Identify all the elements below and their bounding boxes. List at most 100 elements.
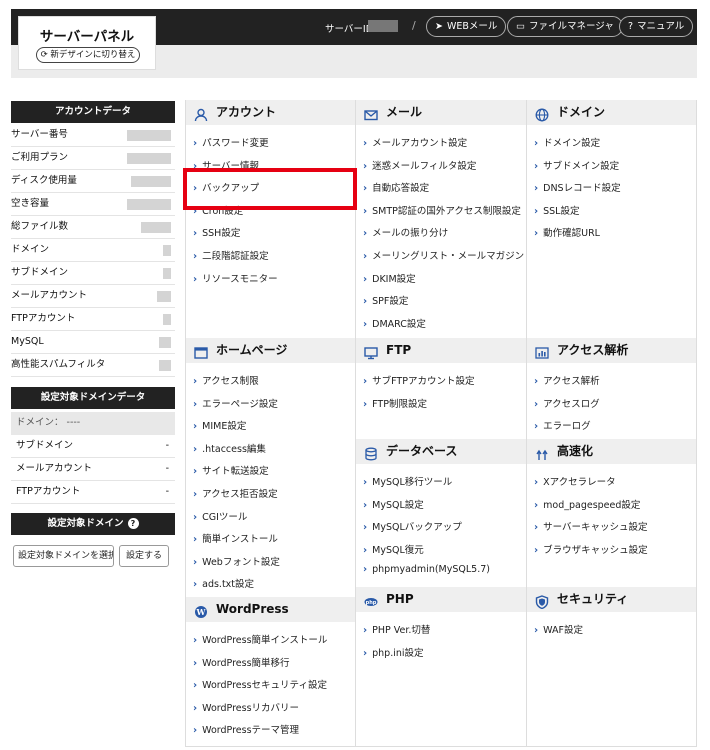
browser-icon [194,344,208,359]
menu-link-ftp[interactable]: サブFTPアカウント設定 [363,373,474,387]
menu-link-homepage[interactable]: Webフォント設定 [193,554,280,568]
menu-link-database[interactable]: MySQL設定 [363,497,424,511]
account-data-title: アカウントデータ [11,101,175,123]
filemanager-label: ファイルマネージャ [528,21,614,32]
menu-link-mail[interactable]: DMARC設定 [363,316,426,330]
menu-link-homepage[interactable]: 簡単インストール [193,531,278,545]
menu-link-account[interactable]: パスワード変更 [193,135,269,149]
account-row: サブドメイン [11,262,175,285]
menu-link-domain[interactable]: DNSレコード設定 [534,180,620,194]
menu-link-domain[interactable]: SSL設定 [534,203,579,217]
menu-link-security[interactable]: WAF設定 [534,622,583,636]
wp-icon: W [194,603,208,618]
chart-icon [535,344,549,359]
menu-link-account[interactable]: 二段階認証設定 [193,248,269,262]
category-security-header: セキュリティ [527,587,696,612]
menu-link-speed[interactable]: Xアクセラレータ [534,474,616,488]
menu-link-account[interactable]: リソースモニター [193,271,278,285]
webmail-button[interactable]: ➤ WEBメール [426,16,507,37]
account-row-value-redacted [163,314,171,325]
menu-link-php[interactable]: PHP Ver.切替 [363,622,430,636]
menu-link-homepage[interactable]: CGIツール [193,509,247,523]
menu-link-homepage[interactable]: ads.txt設定 [193,576,254,590]
menu-link-wordpress[interactable]: WordPressセキュリティ設定 [193,677,327,691]
monitor-icon [364,344,378,360]
globe-icon [535,106,549,122]
switch-design-button[interactable]: ⟳ 新デザインに切り替え [36,47,140,63]
menu-link-mail[interactable]: メールの振り分け [363,225,448,239]
set-domain-button[interactable]: 設定する [119,545,169,567]
menu-link-homepage[interactable]: .htaccess編集 [193,441,266,455]
menu-link-database[interactable]: MySQL移行ツール [363,474,452,488]
menu-link-speed[interactable]: mod_pagespeed設定 [534,497,640,511]
category-domain-header: ドメイン [527,100,696,125]
menu-link-wordpress[interactable]: WordPressテーマ管理 [193,722,299,736]
menu-link-homepage[interactable]: MIME設定 [193,418,246,432]
domain-select[interactable]: 設定対象ドメインを選択 [13,545,114,567]
category-access-header: アクセス解析 [527,338,696,363]
menu-link-ftp[interactable]: FTP制限設定 [363,396,427,410]
manual-button[interactable]: ? マニュアル [619,16,694,37]
menu-link-domain[interactable]: 動作確認URL [534,225,600,239]
domain-data-row: FTPアカウント - [11,481,175,504]
menu-link-speed[interactable]: ブラウザキャッシュ設定 [534,542,648,556]
category-title: WordPress [216,602,289,616]
category-database-header: データベース [356,439,526,464]
category-title: PHP [386,592,414,606]
switch-design-label: 新デザインに切り替え [50,50,136,60]
send-icon: ➤ [435,21,443,32]
account-row-label: ご利用プラン [11,152,69,163]
account-row: ディスク使用量 [11,170,175,193]
category-homepage-header: ホームページ [186,338,355,363]
menu-link-homepage[interactable]: エラーページ設定 [193,396,278,410]
webmail-label: WEBメール [446,21,498,32]
menu-link-mail[interactable]: メールアカウント設定 [363,135,467,149]
menu-link-wordpress[interactable]: WordPress簡単インストール [193,632,327,646]
account-row-label: サーバー番号 [11,129,68,140]
category-title: データベース [386,444,458,458]
account-row-label: FTPアカウント [11,313,76,324]
menu-link-database[interactable]: MySQLバックアップ [363,519,462,533]
menu-link-domain[interactable]: ドメイン設定 [534,135,600,149]
menu-link-mail[interactable]: 迷惑メールフィルタ設定 [363,158,476,172]
menu-link-speed[interactable]: サーバーキャッシュ設定 [534,519,647,533]
account-row-value-redacted [131,176,171,187]
menu-link-mail[interactable]: SMTP認証の国外アクセス制限設定 [363,203,521,217]
menu-link-php[interactable]: php.ini設定 [363,645,423,659]
account-row-value-redacted [163,245,171,256]
domain-row-label: FTPアカウント [16,486,81,497]
account-row: MySQL [11,331,175,354]
menu-link-access[interactable]: エラーログ [534,418,591,432]
account-row: 総ファイル数 [11,216,175,239]
menu-link-wordpress[interactable]: WordPress簡単移行 [193,655,289,669]
menu-link-mail[interactable]: DKIM設定 [363,271,416,285]
account-row: FTPアカウント [11,308,175,331]
menu-link-homepage[interactable]: アクセス制限 [193,373,259,387]
menu-link-mail[interactable]: メーリングリスト・メールマガジン [363,248,524,262]
account-row-label: 空き容量 [11,198,50,209]
category-mail-header: メール [356,100,526,125]
account-row: ドメイン [11,239,175,262]
menu-link-homepage[interactable]: アクセス拒否設定 [193,486,278,500]
filemanager-button[interactable]: ▭ ファイルマネージャ [507,16,623,37]
category-wordpress-header: W WordPress [186,597,355,622]
category-title: FTP [386,343,412,357]
menu-link-homepage[interactable]: サイト転送設定 [193,463,269,477]
menu-link-mail[interactable]: SPF設定 [363,293,408,307]
menu-link-access[interactable]: アクセス解析 [534,373,600,387]
help-circle-icon: ? [628,21,634,32]
menu-link-database[interactable]: MySQL復元 [363,542,424,556]
help-icon[interactable]: ? [127,518,139,529]
account-row-value-redacted [127,153,171,164]
menu-link-wordpress[interactable]: WordPressリカバリー [193,700,299,714]
menu-link-domain[interactable]: サブドメイン設定 [534,158,619,172]
menu-link-mail[interactable]: 自動応答設定 [363,180,429,194]
category-title: ホームページ [216,343,288,357]
menu-link-account[interactable]: SSH設定 [193,225,240,239]
menu-link-database[interactable]: phpmyadmin(MySQL5.7) [363,564,490,575]
shield-icon [535,593,549,610]
account-row-label: メールアカウント [11,290,88,301]
menu-link-access[interactable]: アクセスログ [534,396,600,410]
column-divider [526,100,527,747]
account-row-label: 総ファイル数 [11,221,69,232]
